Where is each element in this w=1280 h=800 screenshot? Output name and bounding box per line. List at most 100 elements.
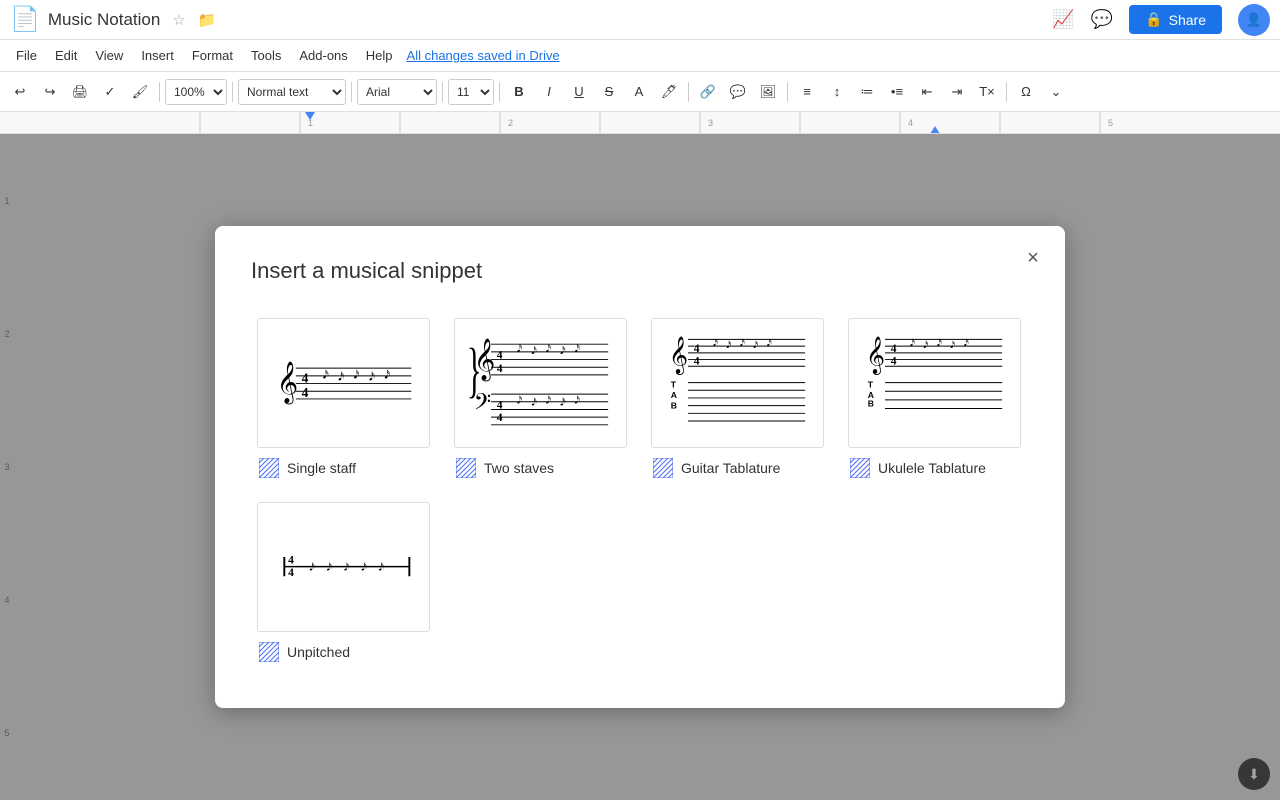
svg-text:𝅘𝅥𝅯: 𝅘𝅥𝅯 xyxy=(516,395,522,407)
svg-text:𝅘𝅥𝅯: 𝅘𝅥𝅯 xyxy=(560,397,566,409)
snippet-label-unpitched: Unpitched xyxy=(257,642,430,662)
trending-icon[interactable]: 📈 xyxy=(1052,9,1074,30)
print-button[interactable]: 🖨 xyxy=(66,78,94,106)
svg-text:𝅘𝅥𝅯: 𝅘𝅥𝅯 xyxy=(963,339,968,350)
share-label: Share xyxy=(1169,12,1206,28)
menubar: File Edit View Insert Format Tools Add-o… xyxy=(0,40,1280,72)
hatch-icon-unpitched xyxy=(259,642,279,662)
align-button[interactable]: ≡ xyxy=(793,78,821,106)
star-icon[interactable]: ☆ xyxy=(172,11,185,29)
close-button[interactable]: × xyxy=(1017,242,1049,274)
divider8 xyxy=(1006,82,1007,102)
svg-text:𝅘𝅥𝅯: 𝅘𝅥𝅯 xyxy=(378,562,384,574)
underline-button[interactable]: U xyxy=(565,78,593,106)
spellcheck-button[interactable]: ✓ xyxy=(96,78,124,106)
svg-text:𝅘𝅥𝅯: 𝅘𝅥𝅯 xyxy=(531,397,537,409)
snippet-preview-ukulele-tab: 𝄞 4 4 𝅘𝅥𝅯 𝅘𝅥𝅯 𝅘𝅥𝅯 𝅘𝅥𝅯 𝅘𝅥𝅯 xyxy=(848,318,1021,448)
undo-button[interactable]: ↩ xyxy=(6,78,34,106)
folder-icon[interactable]: 📁 xyxy=(198,11,217,29)
snippet-text-guitar-tab: Guitar Tablature xyxy=(681,460,780,476)
svg-text:2: 2 xyxy=(508,118,513,128)
svg-text:𝅘𝅥𝅯: 𝅘𝅥𝅯 xyxy=(766,339,771,350)
bullet-list-button[interactable]: •≡ xyxy=(883,78,911,106)
menu-edit[interactable]: Edit xyxy=(47,44,85,67)
snippet-preview-unpitched: 4 4 𝅘𝅥𝅯 𝅘𝅥𝅯 𝅘𝅥𝅯 𝅘𝅥𝅯 𝅘𝅥𝅯 xyxy=(257,502,430,632)
snippet-label-guitar-tab: Guitar Tablature xyxy=(651,458,824,478)
svg-text:𝅘𝅥𝅯: 𝅘𝅥𝅯 xyxy=(739,339,744,350)
svg-text:4: 4 xyxy=(496,400,502,412)
snippet-preview-single-staff: 𝄞 4 4 𝅘𝅥𝅯 𝅘𝅥𝅯 𝅘𝅥𝅯 𝅘𝅥𝅯 𝅘𝅥𝅯 xyxy=(257,318,430,448)
divider2 xyxy=(232,82,233,102)
snippet-label-two-staves: Two staves xyxy=(454,458,627,478)
menu-file[interactable]: File xyxy=(8,44,45,67)
topbar: 📄 Music Notation ☆ 📁 📈 💬 🔒 Share 👤 xyxy=(0,0,1280,40)
style-select[interactable]: Normal text xyxy=(238,79,346,105)
size-select[interactable]: 11 xyxy=(448,79,494,105)
divider6 xyxy=(688,82,689,102)
link-button[interactable]: 🔗 xyxy=(694,78,722,106)
svg-text:4: 4 xyxy=(301,385,308,400)
more-button[interactable]: ⌄ xyxy=(1042,78,1070,106)
svg-text:A: A xyxy=(670,390,676,400)
svg-text:4: 4 xyxy=(693,356,699,368)
svg-text:B: B xyxy=(867,399,873,409)
snippet-two-staves[interactable]: } 𝄞 4 4 xyxy=(448,312,633,484)
strikethrough-button[interactable]: S xyxy=(595,78,623,106)
menu-help[interactable]: Help xyxy=(358,44,401,67)
svg-text:𝅘𝅥𝅯: 𝅘𝅥𝅯 xyxy=(910,339,915,350)
svg-text:𝅘𝅥𝅯: 𝅘𝅥𝅯 xyxy=(361,562,367,574)
insert-image-button[interactable]: 🖼 xyxy=(754,78,782,106)
hatch-icon-two-staves xyxy=(456,458,476,478)
hatch-icon-ukulele-tab xyxy=(850,458,870,478)
avatar: 👤 xyxy=(1238,4,1270,36)
comment-icon[interactable]: 💬 xyxy=(1091,9,1113,30)
indent-increase-button[interactable]: ⇥ xyxy=(943,78,971,106)
paint-format-button[interactable]: 🖌 xyxy=(126,78,154,106)
svg-text:4: 4 xyxy=(288,555,294,567)
bold-button[interactable]: B xyxy=(505,78,533,106)
menu-insert[interactable]: Insert xyxy=(133,44,182,67)
divider5 xyxy=(499,82,500,102)
line-spacing-button[interactable]: ↕ xyxy=(823,78,851,106)
svg-text:𝅘𝅥𝅯: 𝅘𝅥𝅯 xyxy=(753,340,758,351)
insert-comment-button[interactable]: 💬 xyxy=(724,78,752,106)
svg-text:T: T xyxy=(670,380,676,390)
menu-tools[interactable]: Tools xyxy=(243,44,289,67)
zoom-select[interactable]: 100% xyxy=(165,79,227,105)
snippet-text-single-staff: Single staff xyxy=(287,460,356,476)
snippet-ukulele-tab[interactable]: 𝄞 4 4 𝅘𝅥𝅯 𝅘𝅥𝅯 𝅘𝅥𝅯 𝅘𝅥𝅯 𝅘𝅥𝅯 xyxy=(842,312,1027,484)
doc-icon: 📄 xyxy=(10,5,40,34)
dialog: Insert a musical snippet × xyxy=(215,226,1065,708)
svg-text:𝅘𝅥𝅯: 𝅘𝅥𝅯 xyxy=(726,340,731,351)
indent-decrease-button[interactable]: ⇤ xyxy=(913,78,941,106)
insert-special-button[interactable]: Ω xyxy=(1012,78,1040,106)
highlight-button[interactable]: 🖊 xyxy=(655,78,683,106)
svg-text:3: 3 xyxy=(708,118,713,128)
svg-text:4: 4 xyxy=(301,371,308,386)
menu-view[interactable]: View xyxy=(87,44,131,67)
snippet-single-staff[interactable]: 𝄞 4 4 𝅘𝅥𝅯 𝅘𝅥𝅯 𝅘𝅥𝅯 𝅘𝅥𝅯 𝅘𝅥𝅯 xyxy=(251,312,436,484)
svg-text:4: 4 xyxy=(693,343,699,355)
menu-format[interactable]: Format xyxy=(184,44,241,67)
text-color-button[interactable]: A xyxy=(625,78,653,106)
list-button[interactable]: ≔ xyxy=(853,78,881,106)
clear-format-button[interactable]: T× xyxy=(973,78,1001,106)
divider1 xyxy=(159,82,160,102)
svg-text:5: 5 xyxy=(1108,118,1113,128)
svg-text:𝅘𝅥𝅯: 𝅘𝅥𝅯 xyxy=(574,343,580,355)
svg-text:𝅘𝅥𝅯: 𝅘𝅥𝅯 xyxy=(343,562,349,574)
dialog-title: Insert a musical snippet xyxy=(251,258,1029,284)
snippet-label-ukulele-tab: Ukulele Tablature xyxy=(848,458,1021,478)
svg-text:𝅘𝅥𝅯: 𝅘𝅥𝅯 xyxy=(936,339,941,350)
snippet-guitar-tab[interactable]: 𝄞 4 4 𝅘𝅥𝅯 𝅘𝅥𝅯 𝅘𝅥𝅯 𝅘𝅥𝅯 𝅘𝅥𝅯 xyxy=(645,312,830,484)
svg-text:𝅘𝅥𝅯: 𝅘𝅥𝅯 xyxy=(326,562,332,574)
redo-button[interactable]: ↪ xyxy=(36,78,64,106)
menu-addons[interactable]: Add-ons xyxy=(291,44,355,67)
share-button[interactable]: 🔒 Share xyxy=(1129,5,1222,34)
svg-text:𝄞: 𝄞 xyxy=(276,361,298,406)
font-select[interactable]: Arial xyxy=(357,79,437,105)
divider4 xyxy=(442,82,443,102)
snippet-unpitched[interactable]: 4 4 𝅘𝅥𝅯 𝅘𝅥𝅯 𝅘𝅥𝅯 𝅘𝅥𝅯 𝅘𝅥𝅯 xyxy=(251,496,436,668)
italic-button[interactable]: I xyxy=(535,78,563,106)
saved-link[interactable]: All changes saved in Drive xyxy=(407,48,560,63)
